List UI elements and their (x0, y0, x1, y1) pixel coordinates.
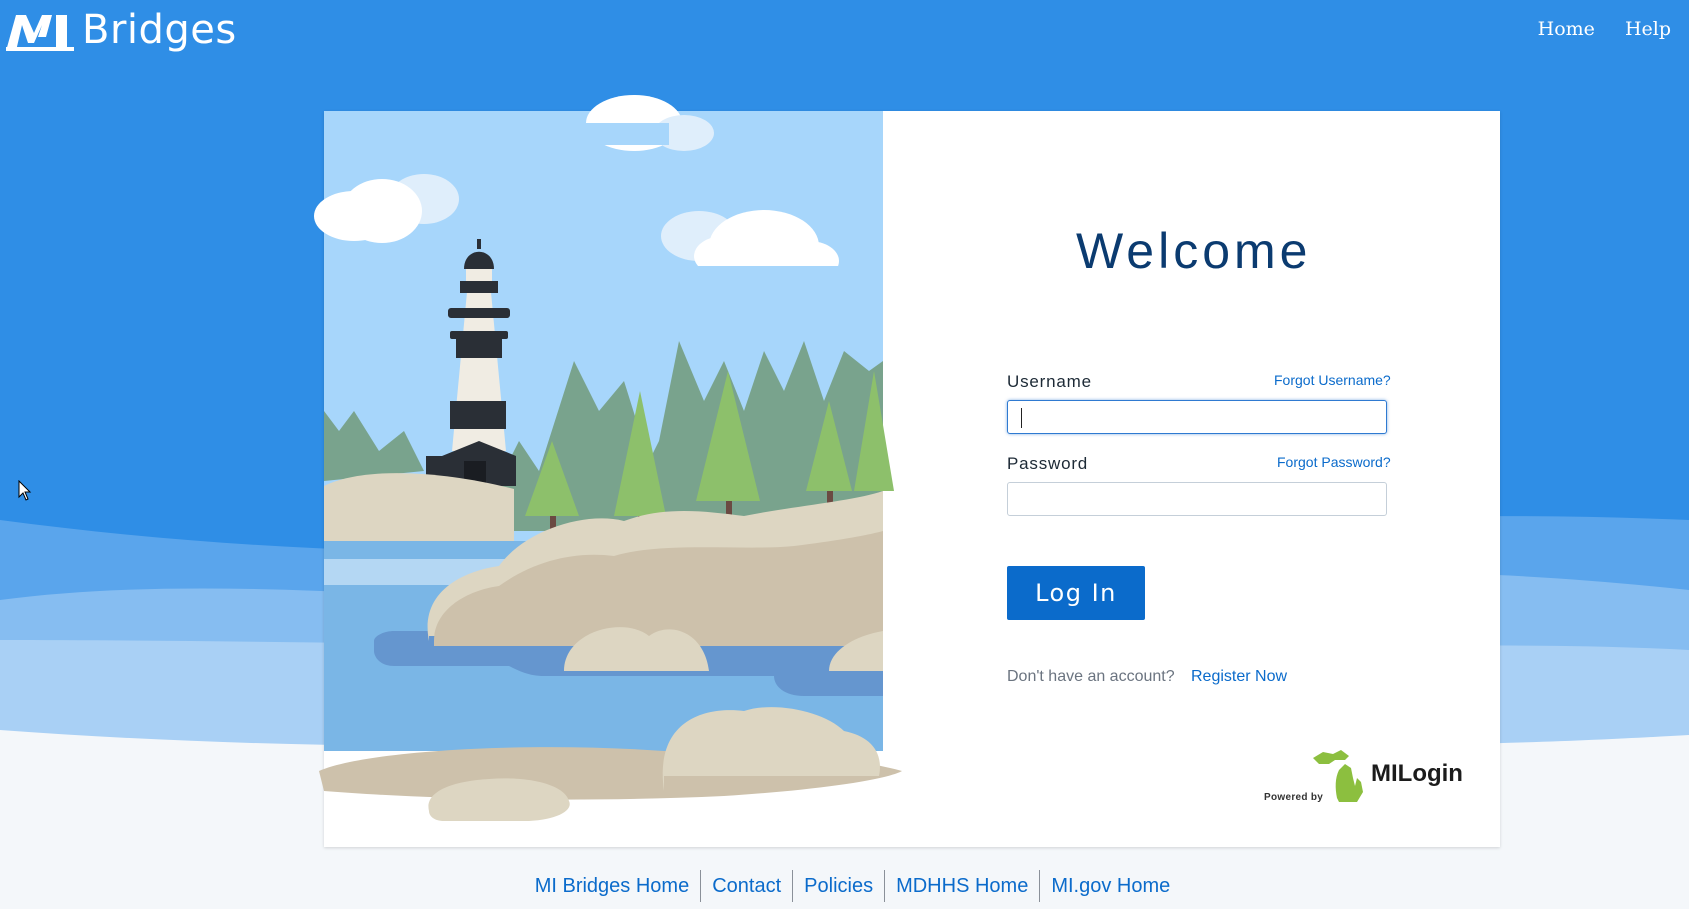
top-header: Bridges Home Help (0, 0, 1689, 58)
lighthouse-illustration (314, 95, 902, 821)
footer-link-mi-bridges-home[interactable]: MI Bridges Home (524, 870, 701, 902)
text-caret (1021, 408, 1022, 428)
nav-help-link[interactable]: Help (1625, 18, 1671, 40)
footer-link-mi-gov-home[interactable]: MI.gov Home (1040, 870, 1181, 902)
username-label: Username (1007, 372, 1092, 391)
footer-link-policies[interactable]: Policies (793, 870, 884, 902)
footer-links: MI Bridges Home Contact Policies MDHHS H… (524, 870, 1182, 902)
username-input[interactable] (1007, 400, 1387, 434)
register-now-link[interactable]: Register Now (1191, 668, 1287, 686)
forgot-password-link[interactable]: Forgot Password? (1277, 454, 1391, 470)
password-label: Password (1007, 454, 1089, 473)
forgot-username-link[interactable]: Forgot Username? (1274, 372, 1391, 388)
mouse-pointer-icon (18, 480, 32, 501)
no-account-text: Don't have an account? (1007, 668, 1175, 685)
milogin-brand: MILogin (1371, 760, 1463, 787)
mi-logo-icon (6, 15, 74, 51)
header-nav: Home Help (1538, 18, 1671, 40)
logo-text: Bridges (82, 7, 237, 53)
nav-home-link[interactable]: Home (1538, 18, 1595, 40)
footer: MI Bridges Home Contact Policies MDHHS H… (0, 870, 1689, 902)
mi-bridges-logo[interactable]: Bridges (4, 4, 237, 56)
footer-link-contact[interactable]: Contact (701, 870, 792, 902)
password-input[interactable] (1007, 482, 1387, 516)
login-button[interactable]: Log In (1007, 566, 1145, 620)
footer-link-mdhhs-home[interactable]: MDHHS Home (885, 870, 1039, 902)
welcome-heading: Welcome (1076, 223, 1312, 279)
michigan-map-icon (1313, 750, 1363, 802)
